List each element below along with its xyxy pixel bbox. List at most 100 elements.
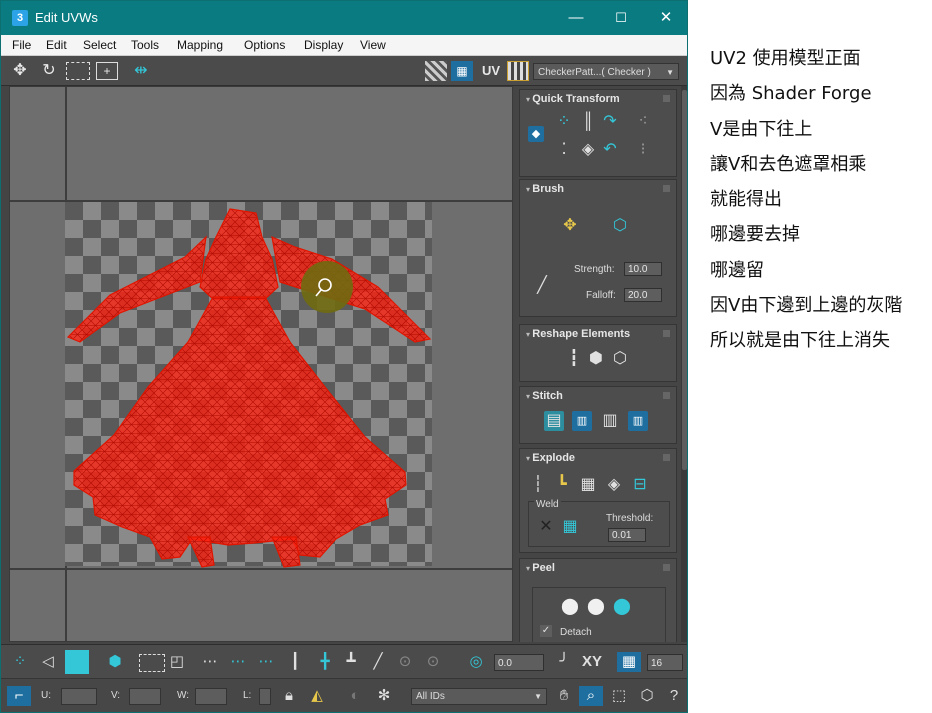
snap-grid-icon[interactable]: ▦ [617, 652, 641, 672]
v-field[interactable] [129, 688, 161, 705]
texture-dropdown[interactable]: CheckerPatt...( Checker ) ▼ [533, 63, 679, 80]
shrink-loop-icon[interactable]: ┻ [341, 652, 361, 672]
rotate-plus-icon[interactable]: ↷ [600, 112, 620, 132]
shrink-ring-icon[interactable]: ⋯ [253, 652, 279, 672]
help-icon[interactable]: ? [663, 686, 685, 706]
align-extra-icon[interactable]: ⁖ [630, 112, 656, 132]
rollout-scrollbar[interactable] [681, 86, 687, 642]
menu-mapping[interactable]: Mapping [177, 38, 223, 52]
maximize-button[interactable]: ☐ [606, 7, 636, 29]
u-label: U: [41, 690, 51, 701]
stitch-target-icon[interactable]: ▥ [628, 411, 648, 431]
zoom-icon[interactable]: ⌕ [579, 686, 603, 706]
show-hidden-icon[interactable]: ◭ [305, 686, 329, 706]
threshold-spinner[interactable]: 0.01 [608, 528, 646, 542]
paint-grow-icon[interactable]: ⊙ [393, 652, 417, 672]
lock-icon[interactable]: 🔒︎ [279, 686, 299, 706]
scale-icon[interactable] [66, 62, 90, 80]
element-mode-icon[interactable]: ⬢ [103, 652, 127, 672]
u-field[interactable] [61, 688, 97, 705]
explode-grid-icon[interactable]: ▦ [578, 475, 598, 495]
mirror-icon[interactable]: ⇹ [129, 61, 153, 81]
quick-peel-icon[interactable]: ⬤ [560, 597, 580, 617]
w-field[interactable] [195, 688, 227, 705]
l-checkbox[interactable] [259, 688, 271, 705]
stitch-custom-icon[interactable]: ▤ [544, 411, 564, 431]
relax-shape-icon[interactable]: ⬡ [610, 349, 630, 369]
grid-size-value[interactable]: 16 [647, 654, 683, 671]
panel-title[interactable]: Explode [526, 452, 575, 464]
texture-settings-icon[interactable] [507, 61, 529, 81]
break-icon[interactable]: ┆ [528, 475, 548, 495]
straighten-icon[interactable]: ┇ [564, 349, 584, 369]
flatten-icon[interactable]: ◈ [604, 475, 624, 495]
panel-title[interactable]: Peel [526, 562, 555, 574]
space-horizontal-icon[interactable]: ⁚ [554, 140, 574, 160]
panel-title[interactable]: Stitch [526, 390, 563, 402]
menu-view[interactable]: View [360, 38, 386, 52]
paint-move-icon[interactable]: ✥ [560, 216, 580, 236]
panel-title[interactable]: Brush [526, 183, 564, 195]
relax-brush-icon[interactable]: ⬡ [610, 216, 630, 236]
loop-icon[interactable]: ┃ [289, 652, 301, 672]
close-button[interactable]: ✕ [651, 7, 681, 29]
relax-icon[interactable]: ⬢ [586, 349, 606, 369]
soft-selection-icon[interactable]: ◎ [465, 652, 487, 672]
absolute-mode-icon[interactable]: ⌐ [7, 686, 31, 706]
falloff-spinner[interactable]: 20.0 [624, 288, 662, 302]
select-region-icon[interactable] [139, 654, 165, 672]
grow-loop-icon[interactable]: ╋ [315, 652, 335, 672]
menu-display[interactable]: Display [304, 38, 343, 52]
panel-title[interactable]: Reshape Elements [526, 328, 630, 340]
stitch-average-icon[interactable]: ▥ [600, 411, 620, 431]
menu-file[interactable]: File [12, 38, 31, 52]
ring-icon[interactable]: ⋯ [197, 652, 223, 672]
freeze-icon[interactable]: ✻ [373, 686, 395, 706]
menu-tools[interactable]: Tools [131, 38, 159, 52]
grow-ring-icon[interactable]: ⋯ [225, 652, 251, 672]
move-icon[interactable]: ✥ [9, 61, 31, 81]
detach-edge-icon[interactable]: ┗ [552, 475, 572, 495]
peel-mode-icon[interactable]: ⬤ [586, 597, 606, 617]
strength-spinner[interactable]: 10.0 [624, 262, 662, 276]
uv-editor-viewport[interactable] [9, 86, 513, 642]
edge-mode-icon[interactable]: ◁ [37, 652, 59, 672]
rotate-minus-icon[interactable]: ↶ [600, 140, 620, 160]
weld-all-icon[interactable]: ▦ [560, 517, 580, 537]
show-map-icon[interactable]: ▦ [451, 61, 473, 81]
vertex-mode-icon[interactable]: ⁘ [9, 652, 31, 672]
falloff-curve-icon[interactable]: ╱ [532, 276, 552, 296]
align-horizontal-icon[interactable]: ⁘ [554, 112, 574, 132]
select-mode-icon[interactable]: ◰ [167, 652, 187, 672]
minimize-button[interactable]: — [561, 7, 591, 29]
menu-select[interactable]: Select [83, 38, 116, 52]
pan-icon[interactable]: ✋︎ [553, 686, 575, 706]
hide-icon[interactable]: ◐ [343, 686, 367, 706]
checker-toggle-icon[interactable] [425, 61, 447, 81]
rotate-icon[interactable]: ↻ [39, 61, 59, 81]
explode-seams-icon[interactable]: ⊟ [630, 475, 650, 495]
zoom-region-icon[interactable]: ⬚ [607, 686, 631, 706]
detach-checkbox[interactable]: ✓ [540, 625, 552, 637]
reset-peel-icon[interactable]: ⬤ [612, 597, 632, 617]
material-id-dropdown[interactable]: All IDs ▼ [411, 688, 547, 705]
freeform-icon[interactable]: + [96, 62, 118, 80]
weld-selected-icon[interactable]: ✕ [536, 517, 556, 537]
paint-shrink-icon[interactable]: ⊙ [421, 652, 445, 672]
menu-options[interactable]: Options [244, 38, 285, 52]
panel-title[interactable]: Quick Transform [526, 93, 619, 105]
zoom-extents-icon[interactable]: ⬡ [635, 686, 659, 706]
paint-select-icon[interactable]: ╱ [367, 652, 389, 672]
xy-label[interactable]: XY [579, 652, 605, 672]
align-vertical-icon[interactable]: ║ [578, 112, 598, 132]
face-mode-icon[interactable] [65, 650, 89, 674]
scrollbar-thumb[interactable] [682, 90, 687, 470]
space-vertical-icon[interactable]: ◈ [578, 140, 598, 160]
menu-edit[interactable]: Edit [46, 38, 67, 52]
stitch-source-icon[interactable]: ▥ [572, 411, 592, 431]
space-extra-icon[interactable]: ⁝ [630, 140, 656, 160]
uv-label[interactable]: UV [480, 61, 502, 81]
soft-selection-value[interactable]: 0.0 [494, 654, 544, 671]
falloff-curve-icon[interactable]: ╯ [553, 652, 575, 672]
set-pivot-icon[interactable]: ◆ [528, 126, 544, 142]
